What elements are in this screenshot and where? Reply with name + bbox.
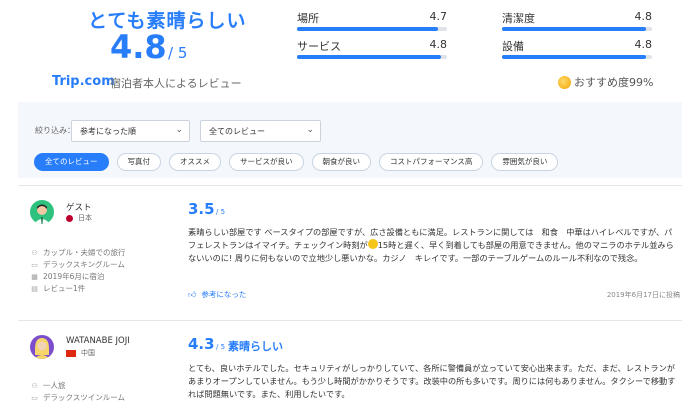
review-score-max: / 5 xyxy=(216,208,226,216)
reviewer-name: ゲスト xyxy=(66,203,92,213)
category-value: 4.7 xyxy=(429,10,448,23)
category-value: 4.8 xyxy=(634,10,653,23)
category-value: 4.8 xyxy=(634,38,653,51)
calendar-icon: ▦ xyxy=(31,272,38,281)
category-label: サービス xyxy=(297,40,341,53)
category-label: 設備 xyxy=(502,40,524,53)
room-type-label: デラックスキングルーム xyxy=(43,260,125,269)
tripcom-logo: Trip.com xyxy=(52,74,115,89)
room-type: ▭ デラックスキングルーム xyxy=(30,259,125,270)
trip-type: ⚇ 一人旅 xyxy=(30,380,66,391)
comment-icon: ▤ xyxy=(31,284,38,293)
category-bar-fill xyxy=(297,27,438,31)
review-score: 4.3 xyxy=(188,335,215,353)
smiley-emoji-icon xyxy=(367,239,378,249)
chevron-down-icon: ⌄ xyxy=(306,125,314,135)
avatar xyxy=(30,200,54,224)
review-text: 素晴らしい部屋です ベースタイプの部屋ですが、広さ設備ともに満足。レストランに関… xyxy=(188,226,678,265)
trip-type-label: 一人旅 xyxy=(43,381,66,390)
rating-summary: とても素晴らしい 4.8 / 5 Trip.com 宿泊者本人によるレビュー 場… xyxy=(0,0,700,98)
stay-date-label: 2019年6月に宿泊 xyxy=(43,272,105,281)
review-type-select[interactable]: 全てのレビュー ⌄ xyxy=(200,120,321,142)
review-count-label: レビュー1件 xyxy=(43,284,86,293)
pill-with-photos[interactable]: 写真付 xyxy=(116,153,161,171)
medal-icon xyxy=(558,75,571,89)
avatar xyxy=(30,335,54,359)
review-text-part: とても、良いホテルでした。セキュリティがしっかりしていて、各所に警備員が立ってい… xyxy=(188,363,676,399)
room-type: ▭ デラックスツインルーム xyxy=(30,392,125,402)
pill-good-atmosphere[interactable]: 雰囲気が良い xyxy=(491,153,559,171)
pill-recommended[interactable]: オススメ xyxy=(169,153,221,171)
reviewer-country: 中国 xyxy=(66,348,95,358)
pill-good-breakfast[interactable]: 朝食が良い xyxy=(311,153,371,171)
review-count: ▤ レビュー1件 xyxy=(30,283,85,294)
people-icon: ⚇ xyxy=(31,248,38,257)
bed-icon: ▭ xyxy=(31,393,38,402)
category-value: 4.8 xyxy=(429,38,448,51)
reviewer-country-label: 中国 xyxy=(81,349,95,357)
pill-all-reviews[interactable]: 全てのレビュー xyxy=(34,153,109,171)
review-filters: 絞り込み： 参考になった順 ⌄ 全てのレビュー ⌄ 全てのレビュー 写真付 オス… xyxy=(18,102,682,178)
filter-pills: 全てのレビュー 写真付 オススメ サービスが良い 朝食が良い コストパフォーマン… xyxy=(34,153,566,171)
pill-cost-performance[interactable]: コストパフォーマンス高 xyxy=(379,153,484,171)
review-source-note: 宿泊者本人によるレビュー xyxy=(110,77,242,90)
category-bar xyxy=(502,55,652,59)
review-post-date: 2019年6月17日に投稿 xyxy=(606,291,680,299)
category-label: 場所 xyxy=(297,12,319,25)
review-card: WATANABE JOJI 中国 ⚇ 一人旅 ▭ デラックスツインルーム 4.3 /… xyxy=(18,335,682,402)
china-flag-icon xyxy=(66,349,76,357)
room-type-label: デラックスツインルーム xyxy=(43,393,126,402)
helpful-button[interactable]: 👍︎ 参考になった xyxy=(188,289,246,300)
person-icon: ⚇ xyxy=(31,381,38,390)
overall-score: 4.8 xyxy=(110,28,167,66)
trip-type-label: カップル・夫婦での旅行 xyxy=(43,248,126,257)
review-text: とても、良いホテルでした。セキュリティがしっかりしていて、各所に警備員が立ってい… xyxy=(188,362,678,401)
filter-label: 絞り込み： xyxy=(35,126,75,135)
review-score: 3.5 xyxy=(188,200,215,218)
helpful-label: 参考になった xyxy=(201,290,247,299)
review-type-select-value: 全てのレビュー xyxy=(209,127,265,136)
divider xyxy=(18,185,682,186)
recommend-rate: おすすめ度99% xyxy=(558,74,653,90)
category-bar xyxy=(502,27,652,31)
sort-select[interactable]: 参考になった順 ⌄ xyxy=(71,120,190,142)
review-title: 素晴らしい xyxy=(228,340,283,353)
divider xyxy=(18,320,682,321)
category-bar-fill xyxy=(502,55,646,59)
chevron-down-icon: ⌄ xyxy=(175,125,183,135)
category-bar-fill xyxy=(502,27,646,31)
bed-icon: ▭ xyxy=(31,260,38,269)
trip-type: ⚇ カップル・夫婦での旅行 xyxy=(30,247,126,258)
category-label: 清潔度 xyxy=(502,12,535,25)
category-bar xyxy=(297,55,447,59)
category-bar xyxy=(297,27,447,31)
reviewer-country-label: 日本 xyxy=(78,214,92,222)
pill-good-service[interactable]: サービスが良い xyxy=(229,153,304,171)
thumbs-up-icon: 👍︎ xyxy=(188,289,197,299)
recommend-rate-text: おすすめ度99% xyxy=(574,76,654,89)
sort-select-value: 参考になった順 xyxy=(80,127,136,136)
review-card: ゲスト 日本 ⚇ カップル・夫婦での旅行 ▭ デラックスキングルーム ▦ 2019年6… xyxy=(18,200,682,310)
overall-score-max: / 5 xyxy=(168,44,188,62)
review-score-max: / 5 xyxy=(216,343,226,351)
reviewer-name: WATANABE JOJI xyxy=(66,336,130,346)
reviewer-country: 日本 xyxy=(66,213,92,223)
stay-date: ▦ 2019年6月に宿泊 xyxy=(30,271,104,282)
japan-flag-icon xyxy=(66,214,73,222)
category-bar-fill xyxy=(297,55,441,59)
